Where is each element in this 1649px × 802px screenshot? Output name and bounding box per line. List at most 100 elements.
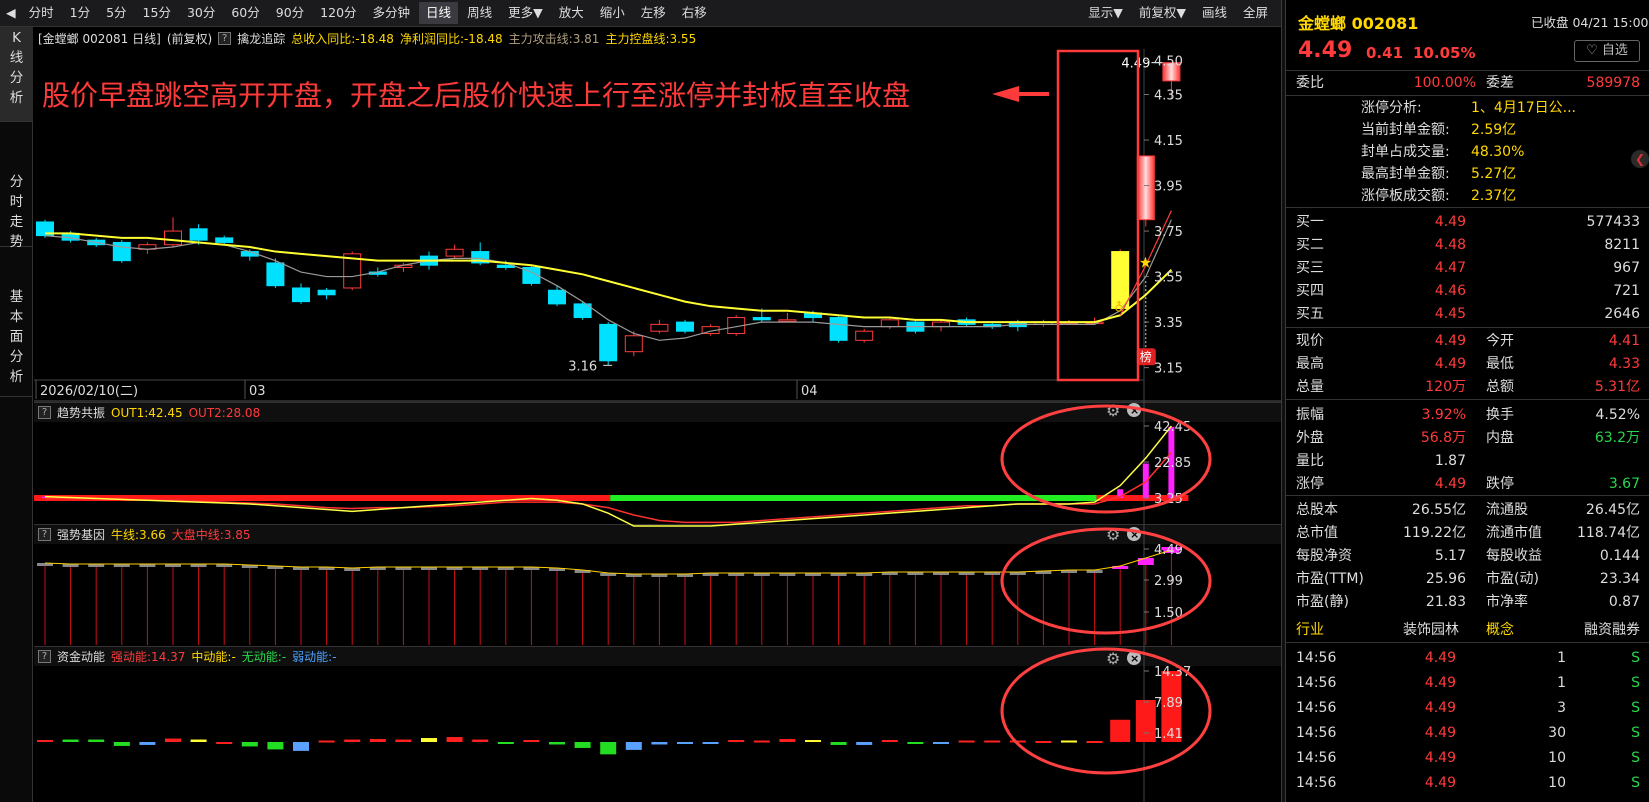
- chart-area[interactable]: 3.16 4.49 ★ ♁ 榜 2026/02/10(二) 03 04 4.50 4.35 4.1…: [34, 49, 1281, 802]
- period-13[interactable]: 缩小: [593, 2, 632, 24]
- candle-body: [266, 262, 285, 287]
- tab-char: 时: [9, 194, 24, 210]
- y-label: 3.35: [1154, 316, 1183, 331]
- bid-row[interactable]: 买五 4.45 2646: [1286, 302, 1649, 326]
- tick-side: S: [1631, 775, 1640, 791]
- market-status: 已收盘 04/21 15:00: [1531, 15, 1649, 30]
- low-price-label: 3.16: [568, 359, 597, 374]
- bid-row[interactable]: 买一 4.49 577433: [1286, 210, 1649, 234]
- fund-bar: [318, 740, 335, 743]
- indicator-name[interactable]: 擒龙追踪: [237, 30, 285, 47]
- bid-row[interactable]: 买二 4.48 8211: [1286, 233, 1649, 257]
- ind2-y-label: 2.99: [1154, 574, 1183, 589]
- divider: [1286, 399, 1649, 400]
- period-6[interactable]: 90分: [269, 2, 311, 24]
- help-icon[interactable]: ?: [218, 31, 232, 45]
- stat-label: 每股净资: [1296, 548, 1352, 564]
- period-5[interactable]: 60分: [224, 2, 266, 24]
- limit-info-row: 封单占成交量: 48.30%: [1286, 141, 1649, 163]
- period-4[interactable]: 30分: [180, 2, 222, 24]
- y-label: 4.50: [1154, 54, 1183, 69]
- stat-row: 涨停 4.49 跌停 3.67: [1286, 472, 1649, 496]
- y-label: 3.15: [1154, 362, 1183, 377]
- fund-bar: [1135, 700, 1156, 742]
- toolbar-right-0[interactable]: 显示▼: [1081, 2, 1130, 24]
- fund-bar: [344, 739, 361, 742]
- bid-row[interactable]: 买四 4.46 721: [1286, 279, 1649, 303]
- limit-info-value: 48.30%: [1471, 144, 1525, 160]
- sidebar-toggle-icon[interactable]: ◀: [2, 2, 20, 24]
- margin-trading-link[interactable]: 融资融券: [1546, 618, 1640, 642]
- quote-panel: 金螳螂 002081 已收盘 04/21 15:00 4.49 0.41 10.05% ♡…: [1286, 0, 1649, 802]
- fund-bar: [139, 742, 156, 745]
- period-11[interactable]: 更多▼: [501, 2, 550, 24]
- star-icon: ★: [1139, 253, 1152, 271]
- out1-line: [44, 425, 1172, 527]
- tab-char: 析: [9, 90, 24, 106]
- gear-icon[interactable]: ⚙: [1106, 649, 1120, 668]
- period-8[interactable]: 多分钟: [366, 2, 418, 24]
- tick-volume: 1: [1557, 650, 1566, 666]
- weicha-label: 委差: [1486, 75, 1514, 91]
- adjust-mode[interactable]: (前复权): [167, 30, 212, 47]
- weibi-value: 100.00%: [1413, 75, 1476, 91]
- weibi-row: 委比 100.00% 委差 589978: [1286, 71, 1649, 95]
- tab-timeshare[interactable]: 分时走势: [0, 122, 33, 250]
- candle-body: [112, 241, 131, 262]
- period-14[interactable]: 左移: [634, 2, 673, 24]
- tab-fundamental[interactable]: 基本面分析: [0, 247, 33, 397]
- stat-row: 量比 1.87: [1286, 449, 1649, 473]
- period-15[interactable]: 右移: [675, 2, 714, 24]
- stat-row: 总市值 119.22亿 流通市值 118.74亿: [1286, 521, 1649, 545]
- collapse-panel-icon[interactable]: ❮: [1631, 150, 1649, 168]
- tick-side: S: [1631, 700, 1640, 716]
- x-label: 04: [801, 384, 818, 399]
- tick-side: S: [1631, 675, 1640, 691]
- bid-label: 买二: [1296, 237, 1324, 253]
- weibi-label: 委比: [1296, 75, 1324, 91]
- toolbar-right-3[interactable]: 全屏: [1236, 2, 1275, 24]
- period-7[interactable]: 120分: [313, 2, 363, 24]
- fund-bar: [984, 740, 1001, 743]
- stat-label: 涨停: [1296, 476, 1324, 492]
- quote-title: 金螳螂 002081: [1298, 14, 1419, 33]
- bid-row[interactable]: 买三 4.47 967: [1286, 256, 1649, 280]
- tick-row: 14:56 4.49 10 S: [1286, 746, 1649, 770]
- x-label: 03: [249, 384, 266, 399]
- toolbar-right-1[interactable]: 前复权▼: [1132, 2, 1193, 24]
- fund-bar: [62, 739, 79, 742]
- period-9[interactable]: 日线: [419, 2, 459, 24]
- stat-value: 21.83: [1425, 594, 1466, 610]
- fund-bar: [958, 740, 975, 743]
- period-2[interactable]: 5分: [99, 2, 133, 24]
- fund-bar: [907, 742, 924, 744]
- period-0[interactable]: 分时: [22, 2, 61, 24]
- ind1-y-label: 22.85: [1154, 456, 1191, 471]
- stat-value: 0.87: [1608, 594, 1640, 610]
- fund-bar: [241, 742, 258, 747]
- fund-bar: [446, 737, 463, 742]
- add-watchlist-button[interactable]: ♡ 自选: [1574, 40, 1640, 62]
- period-3[interactable]: 15分: [136, 2, 178, 24]
- bid-volume: 2646: [1604, 306, 1640, 322]
- rank-badge-label: 榜: [1140, 349, 1152, 364]
- tick-time: 14:56: [1296, 775, 1337, 791]
- candle-body: [752, 317, 771, 321]
- fund-bar: [1035, 741, 1052, 744]
- period-1[interactable]: 1分: [63, 2, 97, 24]
- period-12[interactable]: 放大: [552, 2, 591, 24]
- period-10[interactable]: 周线: [460, 2, 499, 24]
- tab-char: 线: [9, 50, 24, 66]
- stat-label: 振幅: [1296, 407, 1324, 423]
- candle-body: [164, 230, 182, 246]
- tab-kline-analysis[interactable]: K线分析: [0, 27, 33, 122]
- chart-info-bar: [金螳螂 002081 日线] (前复权) ? 擒龙追踪 总收入同比:-18.4…: [34, 27, 1281, 49]
- tick-price: 4.49: [1424, 750, 1456, 766]
- gear-icon[interactable]: ⚙: [1106, 401, 1120, 420]
- tick-side: S: [1631, 750, 1640, 766]
- toolbar-right-2[interactable]: 画线: [1195, 2, 1234, 24]
- fund-bar: [523, 740, 540, 743]
- stat-row: 每股净资 5.17 每股收益 0.144: [1286, 544, 1649, 568]
- bid-label: 买四: [1296, 283, 1324, 299]
- fund-bar: [702, 742, 719, 744]
